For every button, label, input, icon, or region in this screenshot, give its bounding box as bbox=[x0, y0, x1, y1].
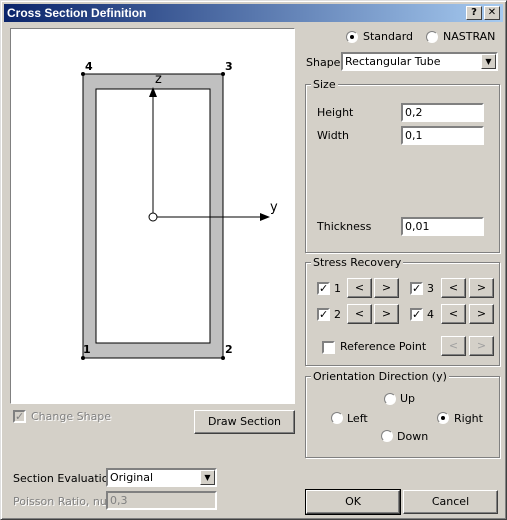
corner-label-1: 1 bbox=[83, 343, 91, 356]
orientation-down-label: Down bbox=[397, 430, 429, 443]
corner-label-2: 2 bbox=[225, 343, 233, 356]
orientation-up-label: Up bbox=[400, 392, 416, 405]
width-input[interactable]: 0,1 bbox=[401, 126, 484, 145]
orientation-down-radio[interactable] bbox=[381, 430, 393, 442]
nastran-label: NASTRAN bbox=[443, 30, 496, 43]
width-label: Width bbox=[317, 129, 349, 142]
reference-point-next-button[interactable]: > bbox=[469, 336, 494, 356]
stress-point-3-next-button[interactable]: > bbox=[469, 278, 494, 298]
reference-point-prev-button[interactable]: < bbox=[441, 336, 466, 356]
section-evaluation-select[interactable]: Original ▼ bbox=[106, 468, 217, 487]
orientation-right-label: Right bbox=[454, 412, 483, 425]
close-button[interactable]: ✕ bbox=[484, 6, 500, 20]
shape-value: Rectangular Tube bbox=[345, 55, 441, 68]
orientation-up-radio[interactable] bbox=[384, 393, 396, 405]
cancel-button[interactable]: Cancel bbox=[403, 490, 498, 514]
standard-radio[interactable] bbox=[346, 31, 358, 43]
thickness-input[interactable]: 0,01 bbox=[401, 217, 484, 236]
ok-button[interactable]: OK bbox=[305, 489, 401, 515]
stress-point-4-checkbox[interactable]: ✓ bbox=[410, 308, 423, 321]
stress-point-2-label: 2 bbox=[334, 308, 341, 321]
poisson-ratio-label: Poisson Ratio, nu bbox=[13, 495, 107, 508]
stress-point-1-prev-button[interactable]: < bbox=[347, 278, 372, 298]
stress-point-4-prev-button[interactable]: < bbox=[441, 304, 466, 324]
corner-point-2 bbox=[221, 356, 225, 360]
stress-point-3-label: 3 bbox=[427, 282, 434, 295]
chevron-down-icon[interactable]: ▼ bbox=[200, 470, 215, 485]
poisson-ratio-input[interactable]: 0,3 bbox=[106, 491, 217, 510]
section-evaluation-value: Original bbox=[110, 471, 154, 484]
shape-select[interactable]: Rectangular Tube ▼ bbox=[341, 52, 498, 71]
axis-y-label: y bbox=[270, 200, 278, 215]
stress-point-2-checkbox[interactable]: ✓ bbox=[317, 308, 330, 321]
corner-label-3: 3 bbox=[225, 60, 233, 73]
corner-label-4: 4 bbox=[85, 60, 93, 73]
change-shape-checkbox[interactable]: ✓ bbox=[13, 410, 26, 423]
section-canvas[interactable]: 4 3 2 1 z y bbox=[10, 28, 295, 404]
corner-point-1 bbox=[81, 356, 85, 360]
orientation-left-label: Left bbox=[347, 412, 368, 425]
centroid-marker bbox=[148, 212, 158, 222]
height-input[interactable]: 0,2 bbox=[401, 103, 484, 122]
stress-recovery-title: Stress Recovery bbox=[311, 256, 404, 269]
reference-point-label: Reference Point bbox=[340, 340, 427, 353]
stress-point-1-label: 1 bbox=[334, 282, 341, 295]
stress-point-4-next-button[interactable]: > bbox=[469, 304, 494, 324]
thickness-label: Thickness bbox=[317, 220, 372, 233]
stress-point-2-next-button[interactable]: > bbox=[374, 304, 399, 324]
orientation-left-radio[interactable] bbox=[331, 412, 343, 424]
window-title: Cross Section Definition bbox=[7, 6, 147, 20]
shape-label: Shape bbox=[306, 56, 341, 69]
stress-point-2-prev-button[interactable]: < bbox=[347, 304, 372, 324]
dialog-window: Cross Section Definition ? ✕ 4 3 2 1 z y… bbox=[0, 0, 507, 520]
height-label: Height bbox=[317, 106, 354, 119]
reference-point-checkbox[interactable] bbox=[322, 341, 335, 354]
size-group-title: Size bbox=[311, 78, 338, 91]
change-shape-label: Change Shape bbox=[31, 410, 112, 423]
orientation-group-title: Orientation Direction (y) bbox=[311, 370, 449, 383]
standard-label: Standard bbox=[363, 30, 414, 43]
stress-point-3-checkbox[interactable]: ✓ bbox=[410, 282, 423, 295]
section-drawing: 4 3 2 1 z y bbox=[81, 60, 278, 360]
title-bar[interactable]: Cross Section Definition ? ✕ bbox=[4, 4, 503, 22]
help-button[interactable]: ? bbox=[466, 6, 482, 20]
stress-point-1-checkbox[interactable]: ✓ bbox=[317, 282, 330, 295]
draw-section-button[interactable]: Draw Section bbox=[194, 410, 295, 434]
axis-y-arrow bbox=[260, 213, 270, 221]
chevron-down-icon[interactable]: ▼ bbox=[481, 54, 496, 69]
stress-point-1-next-button[interactable]: > bbox=[374, 278, 399, 298]
axis-z-label: z bbox=[155, 72, 162, 87]
section-evaluation-label: Section Evaluation bbox=[13, 472, 116, 485]
orientation-right-radio[interactable] bbox=[437, 412, 449, 424]
stress-point-3-prev-button[interactable]: < bbox=[441, 278, 466, 298]
stress-point-4-label: 4 bbox=[427, 308, 434, 321]
nastran-radio[interactable] bbox=[426, 31, 438, 43]
